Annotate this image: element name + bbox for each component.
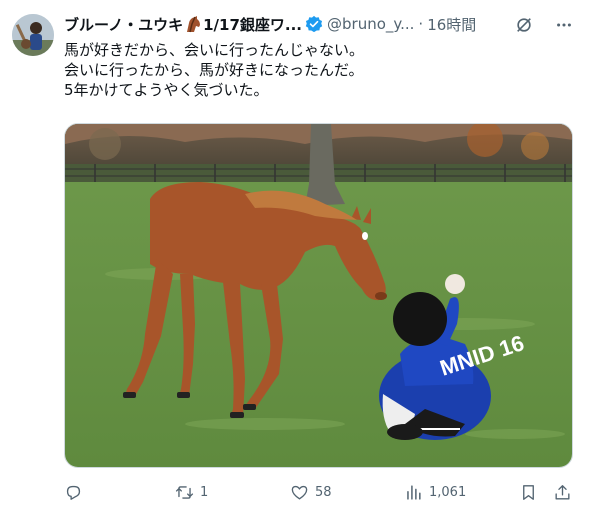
tweet-text-line: 馬が好きだから、会いに行ったんじゃない。 (64, 41, 365, 59)
tweet-actions: 1 58 1,061 (64, 480, 574, 504)
verified-badge-icon (305, 15, 323, 33)
display-name[interactable]: ブルーノ・ユウキ (64, 14, 183, 35)
grok-icon[interactable] (515, 16, 533, 34)
heart-icon (291, 485, 308, 500)
handle[interactable]: @bruno_y... (327, 15, 414, 33)
timestamp[interactable]: 16時間 (427, 14, 476, 35)
views-button[interactable]: 1,061 (404, 480, 466, 504)
separator-dot: · (418, 15, 424, 33)
more-options-icon[interactable] (555, 16, 573, 34)
avatar[interactable] (12, 14, 54, 56)
like-button[interactable]: 58 (290, 480, 332, 504)
display-name-suffix[interactable]: 1/17銀座ワ... (203, 14, 302, 35)
retweet-button[interactable]: 1 (175, 480, 208, 504)
views-icon (407, 484, 421, 500)
reply-button[interactable] (64, 480, 89, 504)
share-button[interactable] (553, 480, 572, 504)
tweet-header: ブルーノ・ユウキ 1/17銀座ワ... @bruno_y... · 16時間 (64, 12, 575, 36)
tweet-photo[interactable]: MNID 16 (64, 123, 573, 468)
tweet-text-line: 会いに行ったから、馬が好きになったんだ。 (64, 61, 364, 79)
reply-icon (66, 485, 81, 500)
tweet[interactable]: ブルーノ・ユウキ 1/17銀座ワ... @bruno_y... · 16時間 馬… (0, 0, 589, 516)
bookmark-button[interactable] (519, 480, 538, 504)
retweet-count: 1 (200, 484, 209, 500)
tweet-text-line: 5年かけてようやく気づいた。 (64, 81, 269, 99)
like-count: 58 (315, 484, 332, 500)
bookmark-icon (523, 484, 534, 500)
horse-head-emoji-icon (184, 15, 202, 33)
views-count: 1,061 (429, 484, 467, 500)
retweet-icon (175, 485, 194, 499)
share-icon (555, 484, 570, 500)
tweet-text: 馬が好きだから、会いに行ったんじゃない。 会いに行ったから、馬が好きになったんだ… (64, 40, 564, 100)
